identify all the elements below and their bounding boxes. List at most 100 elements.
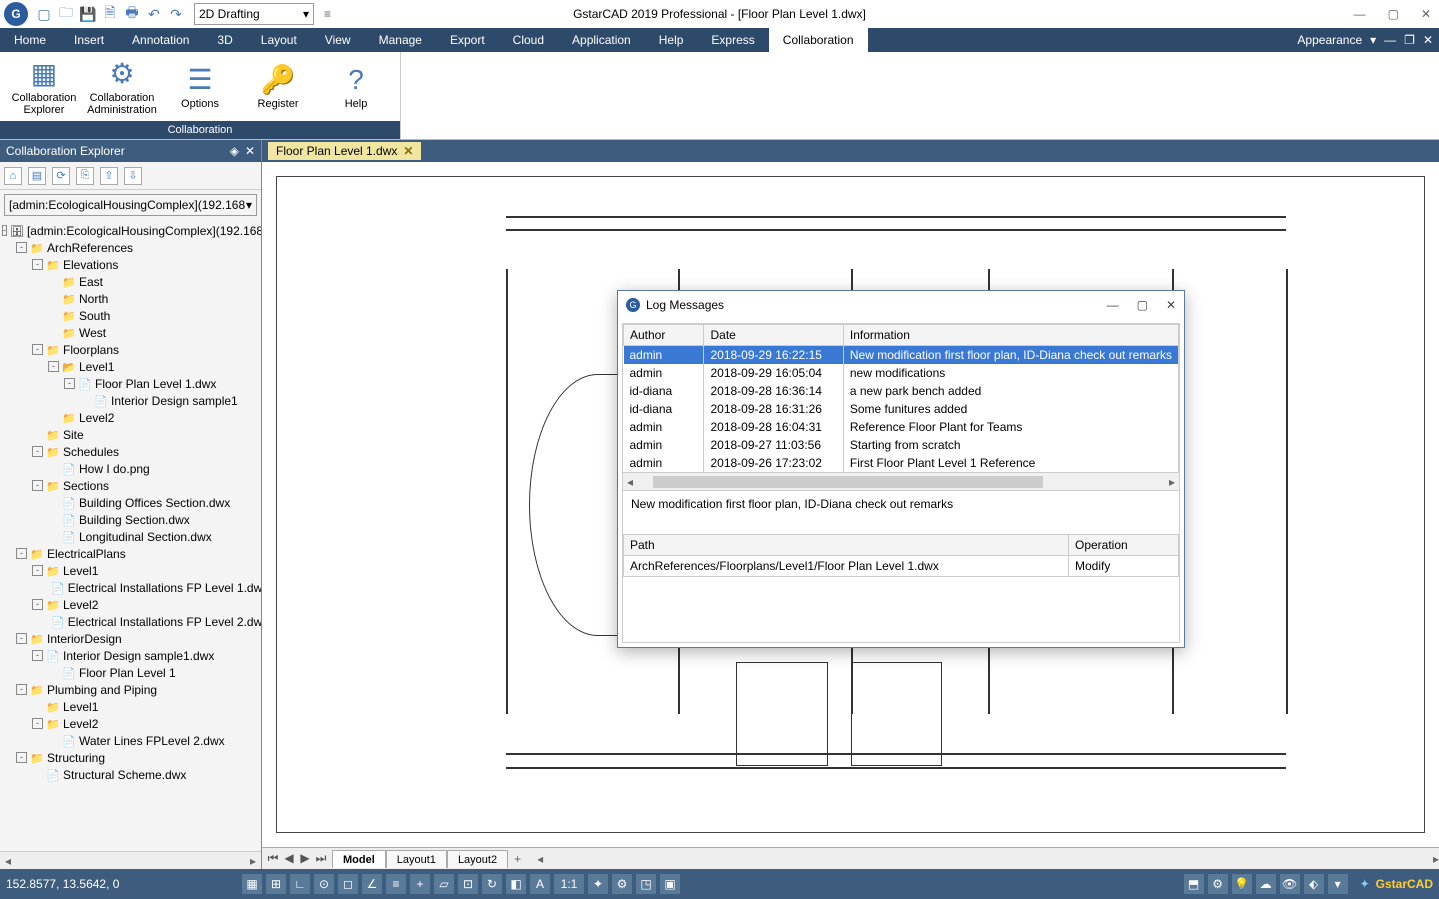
open-icon[interactable]: 🗀 (58, 6, 74, 22)
tree-node[interactable]: -📁Schedules (0, 443, 261, 460)
log-row[interactable]: id-diana2018-09-28 16:36:14a new park be… (624, 382, 1179, 400)
last-icon[interactable]: ⏭ (314, 851, 328, 866)
hw-icon[interactable]: ⬖ (1304, 874, 1324, 894)
log-row[interactable]: admin2018-09-29 16:22:15New modification… (624, 346, 1179, 365)
update-icon[interactable]: ⇩ (124, 167, 142, 185)
tab-close-icon[interactable]: ✕ (403, 144, 413, 158)
menu-tab-export[interactable]: Export (436, 28, 499, 52)
tree-node[interactable]: 📄Electrical Installations FP Level 1.dwx (0, 579, 261, 596)
layout-tab-layout2[interactable]: Layout2 (447, 850, 508, 868)
polar-icon[interactable]: ⊙ (314, 874, 334, 894)
snap-icon[interactable]: ⊞ (266, 874, 286, 894)
menu-tab-application[interactable]: Application (558, 28, 645, 52)
scroll-right-icon[interactable]: ▸ (245, 854, 261, 868)
tree-node[interactable]: -📁Elevations (0, 256, 261, 273)
menu-tab-view[interactable]: View (311, 28, 365, 52)
tree-node[interactable]: 📄Interior Design sample1 (0, 392, 261, 409)
menu-tab-3d[interactable]: 3D (203, 28, 246, 52)
menu-tab-express[interactable]: Express (697, 28, 768, 52)
cloud-icon[interactable]: ☁ (1256, 874, 1276, 894)
ribbon-collaboration-explorer[interactable]: ▦CollaborationExplorer (6, 54, 82, 119)
menu-tab-cloud[interactable]: Cloud (499, 28, 558, 52)
ws-icon[interactable]: ⚙ (612, 874, 632, 894)
dialog-minimize-icon[interactable]: — (1107, 298, 1119, 312)
cfg-icon[interactable]: ⚙ (1208, 874, 1228, 894)
tree-node[interactable]: -📁Sections (0, 477, 261, 494)
tree-node[interactable]: 📄Structural Scheme.dwx (0, 766, 261, 783)
panel-close-icon[interactable]: ✕ (245, 144, 255, 158)
menu-tab-manage[interactable]: Manage (365, 28, 436, 52)
col-info[interactable]: Information (843, 325, 1178, 346)
layout-tab-layout1[interactable]: Layout1 (386, 850, 447, 868)
mdi-close-icon[interactable]: ✕ (1423, 33, 1433, 47)
arrow-icon[interactable]: ▾ (1328, 874, 1348, 894)
log-row[interactable]: id-diana2018-09-28 16:31:26Some funiture… (624, 400, 1179, 418)
close-button[interactable]: ✕ (1421, 7, 1431, 21)
tree-root[interactable]: -🗄[admin:EcologicalHousingComplex](192.1… (0, 222, 261, 239)
menu-tab-collaboration[interactable]: Collaboration (769, 28, 868, 52)
tree-node[interactable]: 📁East (0, 273, 261, 290)
tree-node[interactable]: 📁South (0, 307, 261, 324)
tree-node[interactable]: -📄Floor Plan Level 1.dwx (0, 375, 261, 392)
tree-node[interactable]: -📄Interior Design sample1.dwx (0, 647, 261, 664)
appearance-menu[interactable]: Appearance (1297, 33, 1362, 47)
dialog-close-icon[interactable]: ✕ (1166, 298, 1176, 312)
ribbon-register[interactable]: 🔑Register (240, 54, 316, 119)
log-row[interactable]: admin2018-09-28 16:04:31Reference Floor … (624, 418, 1179, 436)
otrack-icon[interactable]: ∠ (362, 874, 382, 894)
tree-node[interactable]: 📄Building Offices Section.dwx (0, 494, 261, 511)
ribbon-options[interactable]: ☰Options (162, 54, 238, 119)
tree-node[interactable]: 📁Level2 (0, 409, 261, 426)
first-icon[interactable]: ⏮ (266, 851, 280, 866)
log-row[interactable]: admin2018-09-26 17:23:02First Floor Plan… (624, 454, 1179, 472)
project-tree[interactable]: -🗄[admin:EcologicalHousingComplex](192.1… (0, 220, 261, 851)
redo-icon[interactable]: ↷ (168, 6, 184, 22)
ribbon-help[interactable]: ?Help (318, 54, 394, 119)
minimize-button[interactable]: — (1354, 7, 1366, 21)
menu-tab-insert[interactable]: Insert (60, 28, 118, 52)
canvas-hscroll[interactable]: ◂▸ (537, 852, 1439, 866)
pin-icon[interactable]: ◈ (230, 144, 239, 158)
prev-icon[interactable]: ◀ (282, 851, 296, 866)
next-icon[interactable]: ▶ (298, 851, 312, 866)
list-icon[interactable]: ▤ (28, 167, 46, 185)
vis-icon[interactable]: 👁 (1280, 874, 1300, 894)
max-icon[interactable]: ⬒ (1184, 874, 1204, 894)
saveas-icon[interactable]: 🗎 (102, 6, 118, 22)
undo-icon[interactable]: ↶ (146, 6, 162, 22)
tree-node[interactable]: 📄Longitudinal Section.dwx (0, 528, 261, 545)
grid-icon[interactable]: ▦ (242, 874, 262, 894)
tree-node[interactable]: 📄Building Section.dwx (0, 511, 261, 528)
tree-node[interactable]: 📁Level1 (0, 698, 261, 715)
home-icon[interactable]: ⌂ (4, 167, 22, 185)
app-logo[interactable]: G (4, 2, 28, 26)
dialog-maximize-icon[interactable]: ▢ (1137, 298, 1148, 312)
tree-node[interactable]: 📁West (0, 324, 261, 341)
tree-node[interactable]: 📄Electrical Installations FP Level 2.dwx (0, 613, 261, 630)
tree-node[interactable]: 📁North (0, 290, 261, 307)
dialog-titlebar[interactable]: G Log Messages — ▢ ✕ (618, 291, 1184, 319)
ann-icon[interactable]: A (530, 874, 550, 894)
new-icon[interactable]: ▢ (36, 6, 52, 22)
checkout-icon[interactable]: ⎘ (76, 167, 94, 185)
ortho-icon[interactable]: ∟ (290, 874, 310, 894)
asc-icon[interactable]: ✦ (588, 874, 608, 894)
menu-tab-help[interactable]: Help (645, 28, 698, 52)
save-icon[interactable]: 💾 (80, 6, 96, 22)
tree-node[interactable]: -📁Structuring (0, 749, 261, 766)
tree-node[interactable]: -📁InteriorDesign (0, 630, 261, 647)
dyn-icon[interactable]: + (410, 874, 430, 894)
lwt-icon[interactable]: ≡ (386, 874, 406, 894)
menu-tab-annotation[interactable]: Annotation (118, 28, 203, 52)
scale-display[interactable]: 1:1 (554, 874, 584, 894)
workspace-dropdown[interactable]: 2D Drafting ▾ (194, 3, 314, 25)
table-hscroll[interactable]: ◂ ▸ (623, 472, 1179, 490)
log-row[interactable]: admin2018-09-27 11:03:56Starting from sc… (624, 436, 1179, 454)
project-path[interactable]: [admin:EcologicalHousingComplex](192.168… (4, 194, 257, 216)
tree-node[interactable]: -📁Level1 (0, 562, 261, 579)
commit-icon[interactable]: ⇧ (100, 167, 118, 185)
cycle-icon[interactable]: ↻ (482, 874, 502, 894)
scroll-left-icon[interactable]: ◂ (0, 854, 16, 868)
tree-node[interactable]: -📁Floorplans (0, 341, 261, 358)
tree-node[interactable]: -📁ElectricalPlans (0, 545, 261, 562)
